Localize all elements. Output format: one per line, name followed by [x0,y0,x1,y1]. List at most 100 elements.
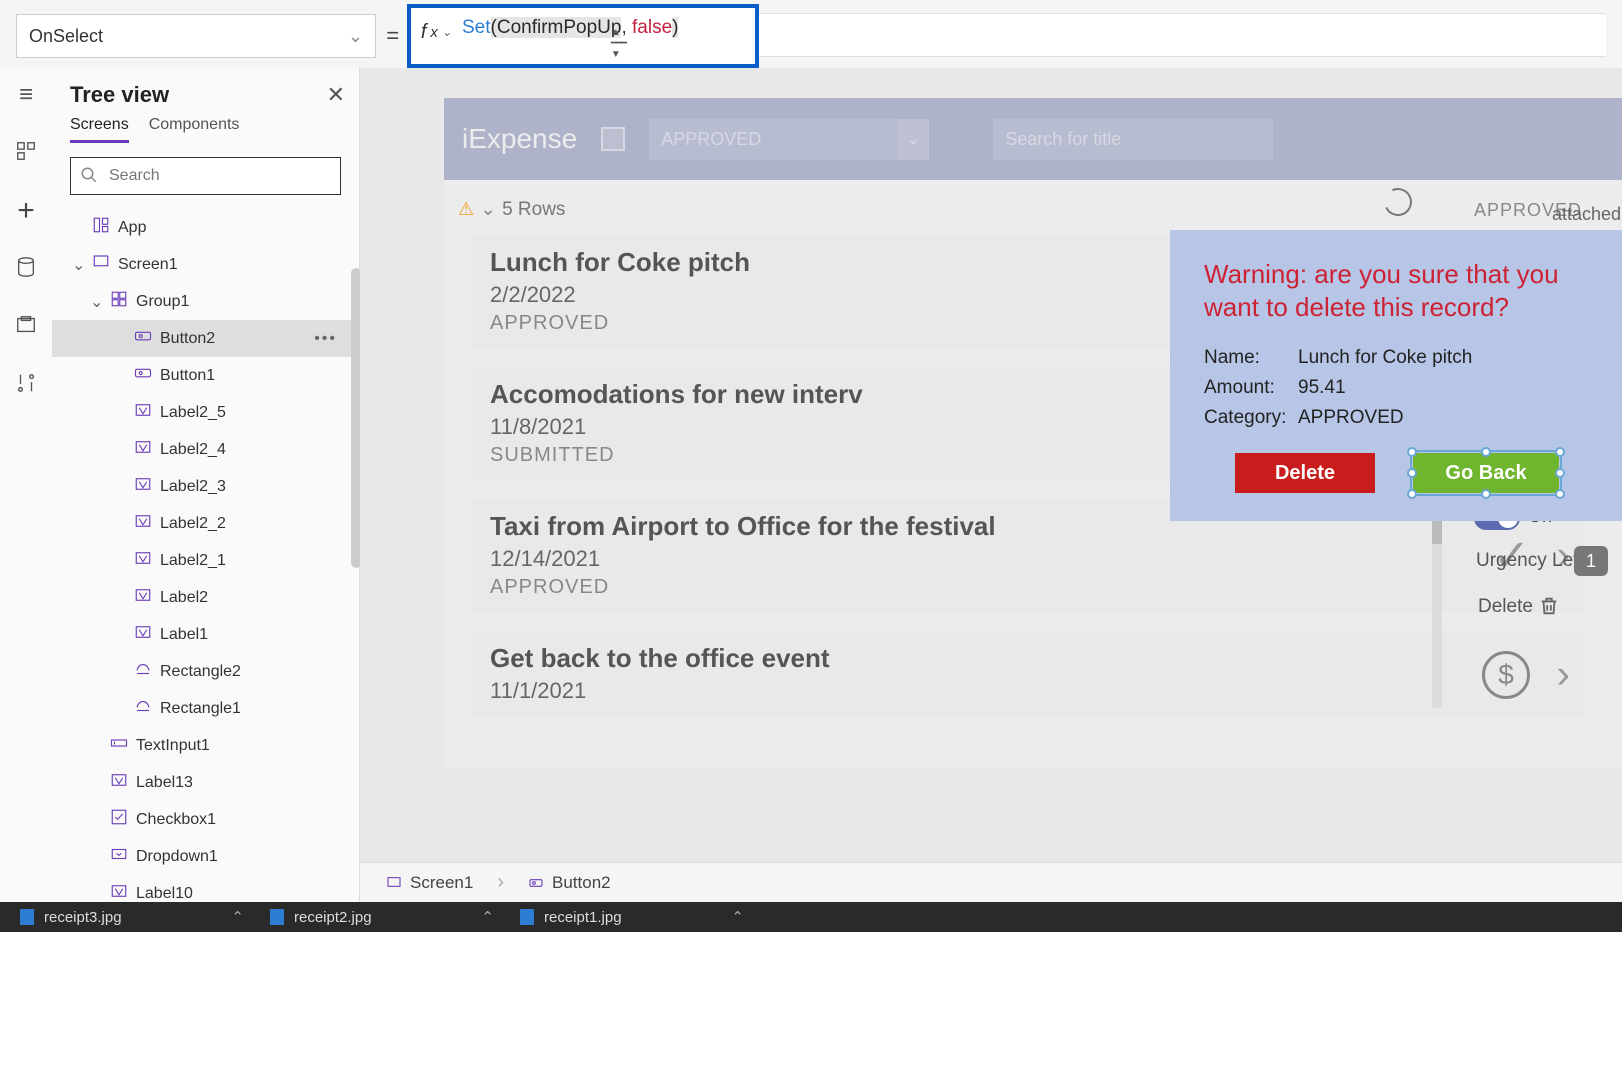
formula-resize-icon[interactable]: ▲━━━▼ [611,27,626,60]
property-dropdown[interactable]: OnSelect ⌄ [16,14,376,58]
tree-title: Tree view [52,68,359,116]
popup-amount-value: 95.41 [1298,377,1346,399]
tree-view-icon[interactable] [13,140,39,166]
textinput-icon [110,734,128,757]
header-checkbox[interactable] [601,127,625,151]
hamburger-icon[interactable]: ≡ [13,82,39,108]
chevron-down-icon: ⌄ [897,119,929,160]
chevron-up-icon[interactable]: ⌃ [731,908,744,926]
selection-handle[interactable] [1555,447,1565,457]
tree-node-label: Label2_2 [160,515,226,533]
tree-search-input[interactable] [70,157,341,195]
app-preview: iExpense APPROVED ⌄ Search for title ⚠ ⌄… [444,98,1622,768]
selection-handle[interactable] [1407,468,1417,478]
tab-components[interactable]: Components [149,116,240,143]
go-back-button[interactable]: Go Back [1413,453,1559,493]
selection-handle[interactable] [1407,447,1417,457]
app-icon [92,216,110,239]
button-icon [134,364,152,387]
breadcrumb-control[interactable]: Button2 [514,867,625,899]
selection-handle[interactable] [1555,489,1565,499]
row-date: 12/14/2021 [490,546,1566,572]
tree-node-label: Button1 [160,367,215,385]
media-icon[interactable] [13,314,39,340]
file-icon [520,909,534,925]
insert-icon[interactable]: + [13,198,39,224]
chevron-up-icon[interactable]: ⌃ [481,908,494,926]
close-icon[interactable]: ✕ [327,82,345,108]
taskbar-file[interactable]: receipt1.jpg⌃ [520,908,750,926]
delete-button[interactable]: Delete [1235,453,1375,493]
status-dropdown[interactable]: APPROVED ⌄ [649,119,929,160]
search-title-input[interactable]: Search for title [993,119,1273,160]
windows-taskbar: receipt3.jpg⌃ receipt2.jpg⌃ receipt1.jpg… [0,902,1622,932]
tree-node-label2[interactable]: Label2 [52,579,359,616]
tab-screens[interactable]: Screens [70,116,129,143]
file-icon [270,909,284,925]
tree-node-dropdown1[interactable]: Dropdown1 [52,838,359,875]
tree-node-label: Label2_3 [160,478,226,496]
label-icon [134,586,152,609]
rect-icon [134,697,152,720]
file-icon [20,909,34,925]
breadcrumb-bar: Screen1 › Button2 [360,862,1622,902]
expense-row[interactable]: Get back to the office event11/1/2021$› [472,631,1584,718]
tree-node-rect2[interactable]: Rectangle2 [52,653,359,690]
tree-node-label2_2[interactable]: Label2_2 [52,505,359,542]
tree-node-label: Label2 [160,589,208,607]
taskbar-file[interactable]: receipt2.jpg⌃ [270,908,500,926]
tree-node-label: Label2_5 [160,404,226,422]
tree-node-label2_5[interactable]: Label2_5 [52,394,359,431]
fx-button[interactable]: fx⌄ [411,14,462,50]
rows-count: 5 Rows [502,199,565,221]
group-icon [110,290,128,313]
tree-node-button2[interactable]: Button2 ••• [52,320,359,357]
search-icon [80,166,98,189]
tree-node-label13[interactable]: Label13 [52,764,359,801]
tree-node-label1[interactable]: Label1 [52,616,359,653]
tree-node-rect1[interactable]: Rectangle1 [52,690,359,727]
tree-node-textinput1[interactable]: TextInput1 [52,727,359,764]
rect-icon [134,660,152,683]
tree-node-group1[interactable]: ⌄Group1 [52,283,359,320]
tree-node-label2_4[interactable]: Label2_4 [52,431,359,468]
breadcrumb-screen[interactable]: Screen1 [372,867,487,899]
more-icon[interactable]: ••• [314,330,337,348]
tree-node-checkbox1[interactable]: Checkbox1 [52,801,359,838]
tree-node-button1[interactable]: Button1 [52,357,359,394]
selection-handle[interactable] [1481,447,1491,457]
chevron-right-icon[interactable]: › [1557,652,1570,697]
label-icon [134,623,152,646]
tools-icon[interactable] [13,372,39,398]
button-icon [134,327,152,350]
caret-icon: ⌄ [72,255,84,275]
taskbar-file[interactable]: receipt3.jpg⌃ [20,908,250,926]
urgency-level-1[interactable]: 1 [1574,546,1608,576]
delete-label: Delete [1478,596,1533,618]
chevron-down-icon: ⌄ [348,26,363,47]
formula-bar-extension[interactable] [759,13,1606,57]
chevron-down-icon[interactable]: ⌄ [480,198,496,221]
tree-node-label: App [118,219,146,237]
chevron-up-icon[interactable]: ⌃ [231,908,244,926]
trash-icon[interactable] [1538,594,1560,618]
formula-text[interactable]: Set(ConfirmPopUp, false) [462,14,679,39]
tree-node-screen1[interactable]: ⌄Screen1 [52,246,359,283]
selection-handle[interactable] [1555,468,1565,478]
label-icon [134,512,152,535]
row-title: Get back to the office event [490,643,1566,674]
label-icon [134,475,152,498]
popup-name-key: Name: [1204,347,1298,369]
tree-node-label: Button2 [160,330,215,348]
selection-handle[interactable] [1481,489,1491,499]
tree-node-label2_3[interactable]: Label2_3 [52,468,359,505]
tree-node-app[interactable]: App [52,209,359,246]
tree-node-label2_1[interactable]: Label2_1 [52,542,359,579]
equals-sign: = [386,23,399,49]
data-icon[interactable] [13,256,39,282]
formula-bar[interactable]: fx⌄ Set(ConfirmPopUp, false) ▲━━━▼ [407,4,759,68]
selection-handle[interactable] [1407,489,1417,499]
app-title: iExpense [462,123,577,155]
screen-icon [92,253,110,276]
tree-node-label: Label2_1 [160,552,226,570]
